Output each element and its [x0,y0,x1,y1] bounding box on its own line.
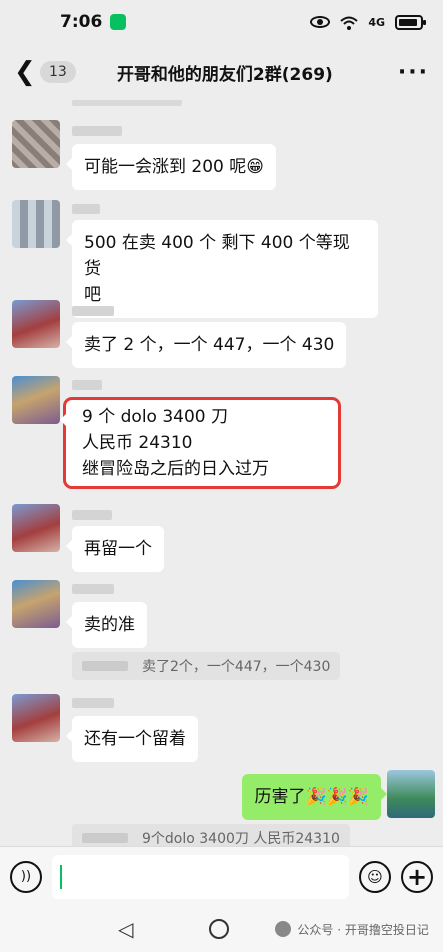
quote-sender [82,661,128,671]
quote-text: 9个dolo 3400刀 人民币24310 [142,831,340,847]
avatar[interactable] [12,200,60,248]
sender-name [72,510,112,520]
sender-name [72,584,114,594]
self-message-bubble[interactable]: 历害了🎉🎉🎉 [242,774,387,820]
quoted-reply[interactable]: 卖了2个，一个447，一个430 [72,652,341,680]
sender-name [72,698,114,708]
message-bubble[interactable]: 还有一个留着 [66,716,198,762]
wechat-notification-icon [110,14,127,30]
wifi-icon [340,15,358,30]
system-home-icon[interactable] [209,919,230,939]
more-icon[interactable]: ··· [398,60,429,85]
chat-header: ❮ 13 开哥和他的朋友们2群(269) ··· [0,44,443,100]
message-bubble[interactable]: 卖了 2 个，一个 447，一个 430 [65,322,347,368]
message-bubble[interactable]: 卖的准 [66,602,147,648]
avatar[interactable] [12,504,60,552]
battery-icon [395,14,426,30]
emoji-icon[interactable]: ☺ [359,860,391,893]
message-input[interactable] [52,854,349,899]
highlighted-message-bubble[interactable]: 9 个 dolo 3400 刀 人民币 24310 继冒险岛之后的日入过万 [60,397,341,489]
signal-icon: 4G [368,15,385,29]
quote-sender [82,833,128,843]
sender-name [72,306,114,316]
avatar[interactable] [12,376,60,424]
sender-name [72,126,122,136]
message-bubble[interactable]: 500 在卖 400 个 剩下 400 个等现货 吧 [66,220,378,318]
plus-icon[interactable]: + [401,860,433,893]
avatar[interactable] [12,120,60,168]
status-icons: 4G [310,14,426,30]
watermark-text: 公众号 · 开哥撸空投日记 [297,922,429,937]
system-navigation-bar: ◁ 公众号 · 开哥撸空投日记 [0,906,443,952]
voice-input-icon[interactable]: )) [10,860,42,893]
chat-title: 开哥和他的朋友们2群(269) [116,64,333,85]
eye-icon [310,16,331,28]
back-icon[interactable]: ❮ [14,57,36,87]
text-caret [60,864,62,889]
unread-count-badge[interactable]: 13 [40,61,76,83]
quote-text: 卖了2个，一个447，一个430 [142,659,331,675]
wechat-official-account-icon [275,921,292,937]
system-back-icon[interactable]: ◁ [118,917,133,941]
watermark: 公众号 · 开哥撸空投日记 [275,921,429,938]
message-bubble[interactable]: 可能一会涨到 200 呢😁 [66,144,276,190]
input-bar: )) ☺ + [0,846,443,906]
status-time: 7:06 [60,12,103,32]
sender-name [72,380,102,390]
sender-name [72,204,100,214]
truncated-message [72,100,182,106]
avatar[interactable] [12,580,60,628]
self-avatar[interactable] [387,770,435,818]
status-bar: 7:06 4G [0,0,443,44]
avatar[interactable] [12,300,60,348]
message-list[interactable]: 可能一会涨到 200 呢😁 500 在卖 400 个 剩下 400 个等现货 吧… [0,100,443,852]
message-bubble[interactable]: 再留一个 [66,526,164,572]
avatar[interactable] [12,694,60,742]
